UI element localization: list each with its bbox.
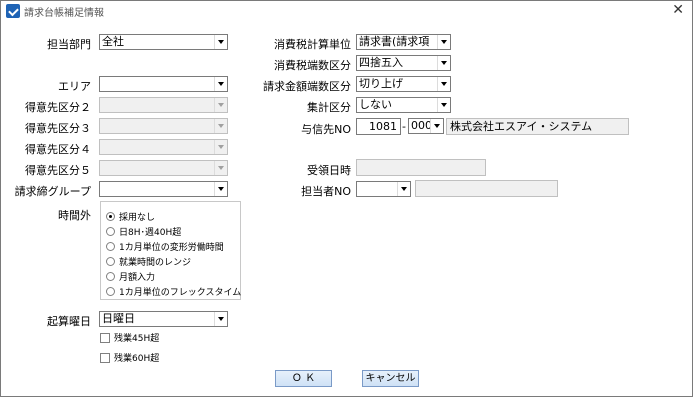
checkbox-icon[interactable]: [100, 332, 110, 343]
radio-icon[interactable]: [106, 286, 115, 296]
jikangai-option-5[interactable]: 1カ月単位のフレックスタイム: [106, 284, 241, 298]
yoshinsaki-separator: -: [402, 120, 406, 133]
radio-icon[interactable]: [106, 271, 115, 281]
jikangai-label: 時間外: [58, 209, 91, 222]
tantousha-name-field: [415, 180, 558, 197]
tantousha-label: 担当者NO: [301, 185, 351, 198]
jikangai-option-1[interactable]: 日8H･週40H超: [106, 224, 181, 238]
tokuisaki4-label: 得意先区分４: [25, 143, 91, 156]
radio-icon[interactable]: [106, 241, 115, 251]
chevron-down-icon[interactable]: [437, 98, 450, 112]
dialog-window: 請求台帳補足情報 ✕ 担当部門 全社 エリア 得意先区分２ 得意先区分３ 得意先…: [0, 0, 693, 397]
juryo-label: 受領日時: [307, 164, 351, 177]
yoshinsaki-label: 与信先NO: [301, 123, 351, 136]
seikyu-group-label: 請求締グループ: [14, 185, 91, 198]
window-title: 請求台帳補足情報: [24, 8, 104, 19]
radio-icon[interactable]: [106, 226, 115, 236]
seikyu-group-select[interactable]: [99, 181, 228, 197]
close-icon[interactable]: ✕: [672, 2, 684, 18]
jikangai-option-3[interactable]: 就業時間のレンジ: [106, 254, 191, 268]
chevron-down-icon[interactable]: [214, 98, 227, 112]
kisan-youbi-label: 起算曜日: [47, 315, 91, 328]
chevron-down-icon[interactable]: [214, 161, 227, 175]
zangyo60-checkbox-row[interactable]: 残業60H超: [100, 351, 159, 364]
tantou-bumon-value: 全社: [102, 35, 124, 48]
shohizei-hasu-select[interactable]: 四捨五入: [356, 55, 451, 71]
chevron-down-icon[interactable]: [214, 77, 227, 91]
radio-selected-icon[interactable]: [106, 211, 115, 221]
yoshinsaki-name-field: 株式会社エスアイ・システム: [446, 118, 629, 135]
chevron-down-icon[interactable]: [214, 312, 227, 326]
zangyo45-checkbox-row[interactable]: 残業45H超: [100, 331, 159, 344]
chevron-down-icon[interactable]: [214, 119, 227, 133]
seikyu-hasu-label: 請求金額端数区分: [263, 80, 351, 93]
ok-button[interactable]: Ｏ Ｋ: [275, 370, 332, 387]
tantou-bumon-select[interactable]: 全社: [99, 34, 228, 50]
tokuisaki3-label: 得意先区分３: [25, 122, 91, 135]
yoshinsaki-code-input[interactable]: 1081: [356, 118, 401, 135]
radio-icon[interactable]: [106, 256, 115, 266]
area-select[interactable]: [99, 76, 228, 92]
cancel-button[interactable]: キャンセル: [362, 370, 419, 387]
chevron-down-icon[interactable]: [397, 182, 410, 196]
yoshinsaki-branch-select[interactable]: 000: [408, 118, 444, 134]
jikangai-radio-group: 採用なし 日8H･週40H超 1カ月単位の変形労働時間 就業時間のレンジ 月額入…: [100, 201, 241, 300]
tantou-bumon-label: 担当部門: [47, 38, 91, 51]
shohizei-tani-label: 消費税計算単位: [274, 38, 351, 51]
tantousha-select[interactable]: [356, 181, 411, 197]
seikyu-hasu-select[interactable]: 切り上げ: [356, 76, 451, 92]
area-label: エリア: [58, 80, 91, 93]
tokuisaki2-label: 得意先区分２: [25, 101, 91, 114]
app-icon: [6, 4, 20, 18]
shukei-select[interactable]: しない: [356, 97, 451, 113]
tokuisaki3-select[interactable]: [99, 118, 228, 134]
shohizei-tani-select[interactable]: 請求書(請求項: [356, 34, 451, 50]
tokuisaki5-select[interactable]: [99, 160, 228, 176]
checkbox-icon[interactable]: [100, 352, 110, 363]
title-bar: 請求台帳補足情報 ✕: [1, 1, 692, 21]
jikangai-option-0[interactable]: 採用なし: [106, 209, 155, 223]
kisan-youbi-select[interactable]: 日曜日: [99, 311, 228, 327]
shukei-label: 集計区分: [307, 101, 351, 114]
jikangai-option-2[interactable]: 1カ月単位の変形労働時間: [106, 239, 224, 253]
chevron-down-icon[interactable]: [214, 182, 227, 196]
chevron-down-icon[interactable]: [430, 119, 443, 133]
juryo-field: [356, 159, 486, 176]
chevron-down-icon[interactable]: [214, 140, 227, 154]
jikangai-option-4[interactable]: 月額入力: [106, 269, 155, 283]
chevron-down-icon[interactable]: [437, 35, 450, 49]
chevron-down-icon[interactable]: [437, 56, 450, 70]
tokuisaki4-select[interactable]: [99, 139, 228, 155]
tokuisaki5-label: 得意先区分５: [25, 164, 91, 177]
tokuisaki2-select[interactable]: [99, 97, 228, 113]
chevron-down-icon[interactable]: [437, 77, 450, 91]
shohizei-hasu-label: 消費税端数区分: [274, 59, 351, 72]
chevron-down-icon[interactable]: [214, 35, 227, 49]
